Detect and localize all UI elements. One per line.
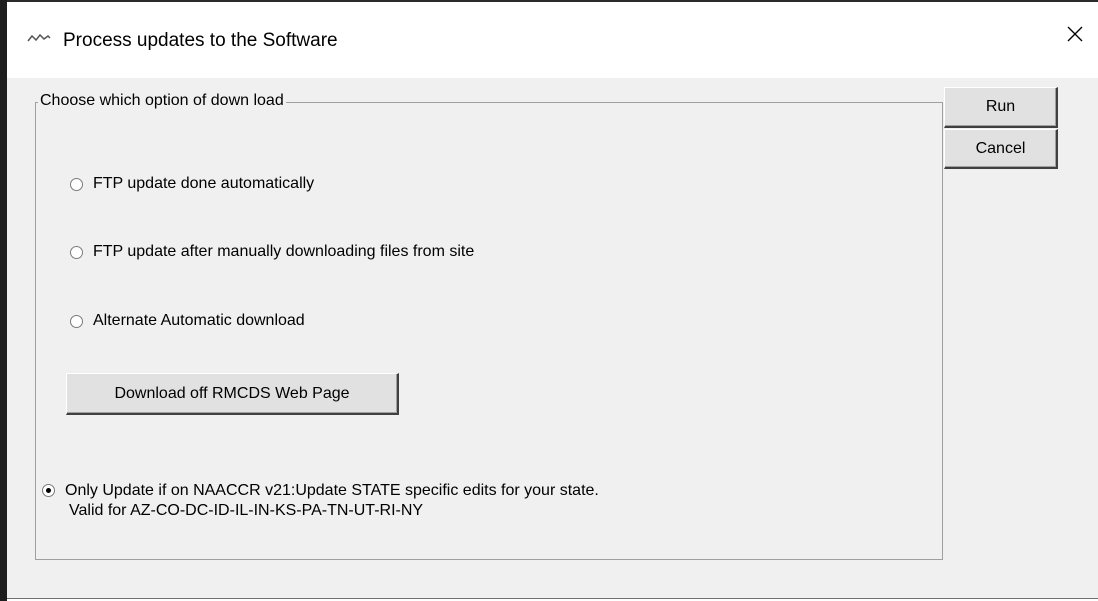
- radio-selected-dot: [46, 488, 51, 493]
- close-icon: [1066, 25, 1084, 48]
- state-edits-line2: Valid for AZ-CO-DC-ID-IL-IN-KS-PA-TN-UT-…: [69, 502, 424, 519]
- option-state-edits[interactable]: Only Update if on NAACCR v21:Update STAT…: [42, 481, 599, 521]
- cancel-button[interactable]: Cancel: [944, 129, 1058, 169]
- radio-alternate-auto[interactable]: [70, 314, 83, 328]
- option-ftp-auto-label: FTP update done automatically: [93, 175, 315, 192]
- window-title: Process updates to the Software: [63, 30, 338, 51]
- app-wave-icon: [27, 30, 51, 46]
- option-ftp-manual-label: FTP update after manually downloading fi…: [93, 243, 475, 260]
- close-button[interactable]: [1052, 14, 1098, 58]
- title-bar: Process updates to the Software: [7, 2, 1098, 78]
- radio-ftp-manual[interactable]: [70, 245, 83, 259]
- option-ftp-manual[interactable]: FTP update after manually downloading fi…: [70, 243, 474, 261]
- state-edits-line1: Only Update if on NAACCR v21:Update STAT…: [65, 482, 599, 499]
- radio-state-edits[interactable]: [42, 484, 55, 497]
- run-button[interactable]: Run: [944, 87, 1058, 128]
- download-web-page-button[interactable]: Download off RMCDS Web Page: [66, 373, 399, 415]
- option-state-edits-text: Only Update if on NAACCR v21:Update STAT…: [65, 481, 599, 521]
- group-label: Choose which option of down load: [38, 92, 286, 110]
- dialog-client-area: Choose which option of down load FTP upd…: [7, 78, 1098, 599]
- download-options-group: Choose which option of down load FTP upd…: [35, 92, 943, 560]
- radio-ftp-auto[interactable]: [70, 177, 83, 191]
- option-alternate-auto-label: Alternate Automatic download: [93, 312, 305, 329]
- option-ftp-auto[interactable]: FTP update done automatically: [70, 175, 314, 193]
- window-edge: [0, 0, 7, 601]
- option-alternate-auto[interactable]: Alternate Automatic download: [70, 312, 305, 330]
